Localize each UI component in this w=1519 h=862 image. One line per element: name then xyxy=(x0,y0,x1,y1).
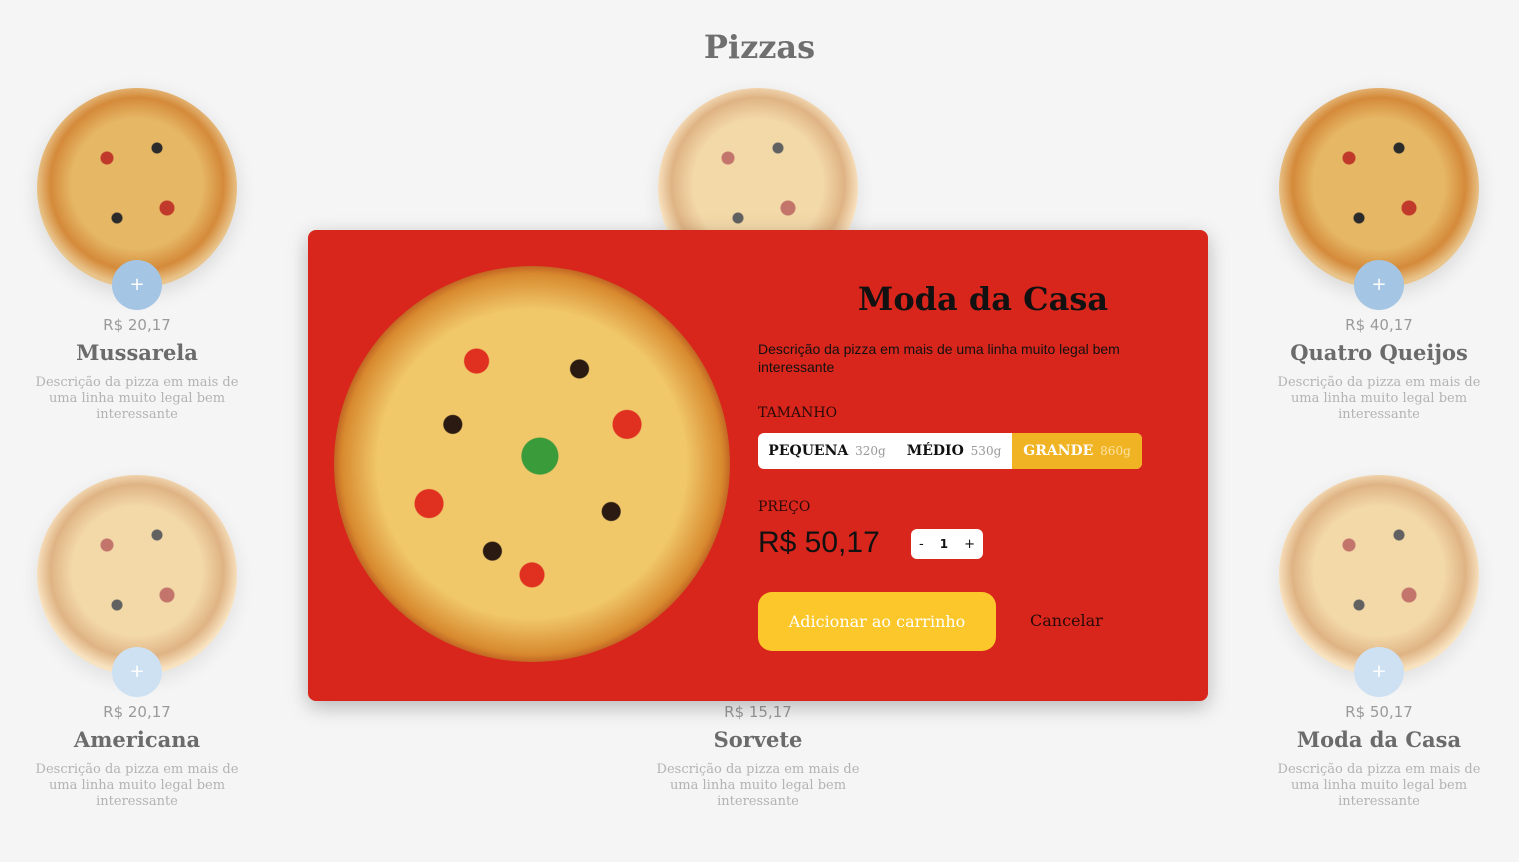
pizza-description: Descrição da pizza em mais de uma linha … xyxy=(1277,375,1481,422)
pizza-description: Descrição da pizza em mais de uma linha … xyxy=(1277,762,1481,809)
pizza-name: Quatro Queijos xyxy=(1290,340,1468,365)
add-pizza-button[interactable]: + xyxy=(112,647,162,697)
add-pizza-button[interactable]: + xyxy=(1354,647,1404,697)
pizza-image: + xyxy=(37,475,237,697)
pizza-image: + xyxy=(1279,88,1479,310)
pizza-name: Moda da Casa xyxy=(1296,727,1462,752)
size-option-medio[interactable]: MÉDIO 530g xyxy=(896,433,1012,469)
pizza-image: + xyxy=(1279,475,1479,697)
size-option-label: MÉDIO xyxy=(906,443,964,459)
pizza-card-moda-da-casa: + R$ 50,17 Moda da Casa Descrição da piz… xyxy=(1259,475,1499,810)
add-to-cart-button[interactable]: Adicionar ao carrinho xyxy=(758,592,996,651)
page-title: Pizzas xyxy=(703,28,816,66)
quantity-stepper: - 1 + xyxy=(911,529,983,559)
add-pizza-button[interactable]: + xyxy=(1354,260,1404,310)
modal-title: Moda da Casa xyxy=(857,280,1109,318)
cancel-button[interactable]: Cancelar xyxy=(1030,611,1103,630)
price-label: PREÇO xyxy=(758,499,811,515)
size-option-label: PEQUENA xyxy=(768,443,849,459)
modal-price: R$ 50,17 xyxy=(758,526,880,559)
modal-description: Descrição da pizza em mais de uma linha … xyxy=(758,341,1120,375)
pizza-modal: Moda da Casa Descrição da pizza em mais … xyxy=(308,230,1208,701)
pizza-price: R$ 40,17 xyxy=(1345,316,1413,334)
quantity-value: 1 xyxy=(939,537,949,551)
size-option-grande[interactable]: GRANDE 860g xyxy=(1012,433,1142,469)
size-option-pequena[interactable]: PEQUENA 320g xyxy=(758,433,896,469)
size-option-weight: 320g xyxy=(855,444,886,458)
pizza-description: Descrição da pizza em mais de uma linha … xyxy=(35,375,239,422)
size-selector: PEQUENA 320g MÉDIO 530g GRANDE 860g xyxy=(758,433,1142,469)
pizza-price: R$ 20,17 xyxy=(103,703,171,721)
size-label: TAMANHO xyxy=(758,405,838,421)
pizza-name: Mussarela xyxy=(76,340,198,365)
pizza-card-mussarela: + R$ 20,17 Mussarela Descrição da pizza … xyxy=(17,88,257,423)
size-option-weight: 530g xyxy=(970,444,1002,458)
size-option-weight: 860g xyxy=(1100,444,1131,458)
pizza-name: Sorvete xyxy=(713,727,803,752)
size-option-label: GRANDE xyxy=(1023,443,1094,459)
pizza-description: Descrição da pizza em mais de uma linha … xyxy=(35,762,239,809)
pizza-image: + xyxy=(37,88,237,310)
pizza-price: R$ 50,17 xyxy=(1345,703,1413,721)
pizza-price: R$ 20,17 xyxy=(103,316,171,334)
pizza-card-quatro-queijos: + R$ 40,17 Quatro Queijos Descrição da p… xyxy=(1259,88,1499,423)
pizza-price: R$ 15,17 xyxy=(724,703,792,721)
quantity-increment-button[interactable]: + xyxy=(964,537,975,552)
pizza-name: Americana xyxy=(73,727,201,752)
quantity-decrement-button[interactable]: - xyxy=(919,537,924,552)
add-pizza-button[interactable]: + xyxy=(112,260,162,310)
modal-pizza-image xyxy=(334,266,730,662)
pizza-description: Descrição da pizza em mais de uma linha … xyxy=(656,762,860,809)
pizza-card-americana: + R$ 20,17 Americana Descrição da pizza … xyxy=(17,475,257,810)
